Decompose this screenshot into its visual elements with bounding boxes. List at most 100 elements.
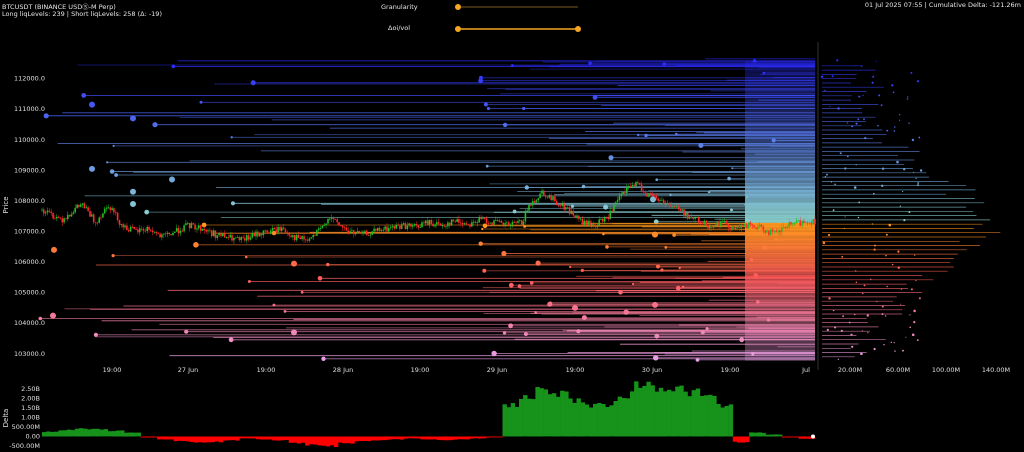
vp-dot: [918, 136, 921, 139]
candle-body: [727, 223, 730, 228]
liq-level-dot: [244, 255, 248, 259]
delta-bar: [58, 430, 63, 437]
candle-body: [155, 231, 158, 234]
delta-bar: [802, 436, 808, 439]
delta-bar: [773, 434, 779, 437]
delta-bar: [46, 431, 51, 437]
candle-body: [716, 221, 718, 226]
vp-dot: [913, 309, 916, 313]
delta-bar: [301, 436, 306, 443]
candle-body: [281, 227, 283, 231]
candle-body: [203, 228, 206, 230]
candle-body: [439, 223, 442, 226]
candle-body: [105, 207, 108, 209]
delta-bar: [477, 436, 483, 439]
liq-level-dot: [739, 337, 745, 343]
vp-dot: [910, 288, 913, 291]
price-tick-label: 109000.0: [14, 166, 45, 174]
delta-bar: [506, 407, 511, 437]
liq-level-dot: [774, 238, 778, 241]
candle-body: [137, 229, 139, 233]
candle-body: [508, 222, 510, 227]
candle-body: [801, 220, 803, 226]
granularity-handle[interactable]: [455, 4, 461, 10]
candle-body: [327, 219, 329, 224]
candle-body: [236, 237, 239, 238]
vp-dot: [894, 126, 896, 128]
liq-level-dot: [109, 169, 115, 174]
delta-bar: [543, 389, 548, 437]
oi-vol-handle-max[interactable]: [575, 26, 581, 32]
liq-level-marker: [89, 165, 95, 172]
delta-bar: [560, 390, 565, 437]
delta-bar: [601, 404, 606, 437]
delta-bar: [333, 436, 339, 447]
candle-body: [334, 219, 337, 220]
candle-body: [174, 231, 176, 233]
candle-body: [163, 233, 165, 235]
delta-bar: [720, 407, 725, 437]
candle-body: [797, 220, 800, 222]
delta-bar: [54, 431, 59, 437]
candle-body: [386, 226, 388, 232]
candle-body: [592, 223, 595, 226]
candle-body: [762, 226, 765, 231]
liq-level-dot: [111, 254, 115, 258]
oi-vol-handle-min[interactable]: [455, 26, 461, 32]
candle-body: [246, 235, 248, 241]
delta-bar: [268, 436, 273, 440]
candle-body: [550, 195, 552, 201]
delta-bar: [95, 428, 100, 437]
liq-level-dot: [228, 337, 234, 343]
candle-body: [681, 209, 683, 211]
candle-body: [133, 226, 135, 229]
price-tick-label: 106000.0: [14, 258, 45, 266]
delta-bar: [247, 436, 252, 439]
candle-body: [61, 218, 64, 223]
liq-level-dot: [731, 167, 734, 170]
chart-svg[interactable]: Price 103000.0 104000.0 105000.0 106000.0 107…: [0, 0, 1024, 452]
candle-body: [757, 226, 759, 229]
delta-bar: [654, 391, 659, 437]
vp-dot: [896, 160, 899, 164]
price-tick-label: 111000.0: [14, 105, 45, 113]
delta-bar: [465, 436, 470, 440]
vp-dot: [839, 152, 842, 155]
vp-dot: [853, 186, 857, 189]
candle-body: [424, 220, 427, 224]
delta-bar: [621, 398, 627, 437]
delta-bar: [502, 404, 507, 437]
candle-body: [624, 191, 626, 193]
candle-body: [489, 222, 492, 224]
candle-body: [456, 219, 458, 222]
candle-body: [314, 235, 316, 236]
liq-level-dot: [247, 280, 251, 283]
candle-body: [52, 213, 54, 219]
candle-body: [83, 203, 86, 209]
vp-dot: [886, 285, 888, 288]
candle-body: [353, 230, 355, 235]
candle-body: [292, 235, 294, 238]
candle-body: [677, 206, 680, 209]
delta-bar: [313, 436, 318, 445]
candle-body: [495, 220, 497, 221]
candle-body: [271, 227, 274, 231]
delta-bar: [449, 436, 454, 441]
candle-body: [249, 237, 252, 240]
candle-body: [790, 222, 792, 225]
candle-body: [531, 201, 534, 206]
vp-dot: [892, 91, 895, 94]
time-tick-label: Jul: [801, 366, 810, 374]
candle-body: [286, 232, 289, 233]
delta-tick-label: 1.00B: [21, 413, 40, 421]
candle-body: [190, 223, 193, 229]
delta-bar: [716, 404, 721, 437]
candle-body: [175, 228, 178, 232]
candle-body: [788, 222, 790, 227]
candle-body: [784, 226, 787, 228]
time-tick-label: 19:00: [257, 366, 276, 374]
delta-bar: [107, 431, 113, 437]
delta-bar: [309, 436, 314, 445]
candle-body: [810, 222, 813, 225]
delta-bar: [453, 436, 458, 440]
